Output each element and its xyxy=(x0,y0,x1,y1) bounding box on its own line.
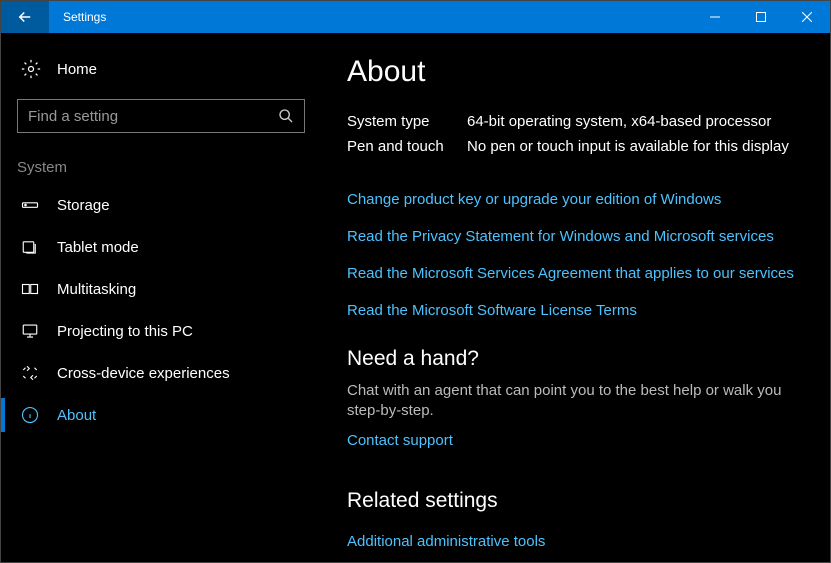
sidebar-item-label: Multitasking xyxy=(57,281,136,298)
related-title: Related settings xyxy=(347,489,800,513)
sidebar-item-about[interactable]: About xyxy=(1,394,321,436)
sidebar-item-label: Tablet mode xyxy=(57,239,139,256)
home-button[interactable]: Home xyxy=(17,55,305,95)
close-button[interactable] xyxy=(784,1,830,33)
maximize-button[interactable] xyxy=(738,1,784,33)
info-icon xyxy=(21,406,39,424)
cross-device-icon xyxy=(21,364,39,382)
link-license-terms[interactable]: Read the Microsoft Software License Term… xyxy=(347,292,800,329)
sidebar-item-storage[interactable]: Storage xyxy=(1,184,321,226)
tablet-icon xyxy=(21,238,39,256)
info-label: System type xyxy=(347,113,467,130)
info-row-pen-touch: Pen and touch No pen or touch input is a… xyxy=(347,134,800,159)
search-input[interactable] xyxy=(28,108,278,125)
window-controls xyxy=(692,1,830,33)
main-pane: About System type 64-bit operating syste… xyxy=(321,33,830,562)
projecting-icon xyxy=(21,322,39,340)
info-label: Pen and touch xyxy=(347,138,467,155)
sidebar: Home System Storage Tablet mode xyxy=(1,33,321,562)
sidebar-item-projecting[interactable]: Projecting to this PC xyxy=(1,310,321,352)
gear-icon xyxy=(21,59,41,79)
section-label: System xyxy=(17,153,305,184)
search-box[interactable] xyxy=(17,99,305,133)
link-contact-support[interactable]: Contact support xyxy=(347,422,800,459)
sidebar-item-multitasking[interactable]: Multitasking xyxy=(1,268,321,310)
back-button[interactable] xyxy=(1,1,49,33)
nav-list: Storage Tablet mode Multitasking Project… xyxy=(1,184,321,436)
sidebar-item-label: Projecting to this PC xyxy=(57,323,193,340)
page-title: About xyxy=(347,55,800,89)
link-admin-tools[interactable]: Additional administrative tools xyxy=(347,523,800,560)
info-row-system-type: System type 64-bit operating system, x64… xyxy=(347,109,800,134)
link-privacy-statement[interactable]: Read the Privacy Statement for Windows a… xyxy=(347,218,800,255)
search-icon xyxy=(278,108,294,124)
link-services-agreement[interactable]: Read the Microsoft Services Agreement th… xyxy=(347,255,800,292)
help-body: Chat with an agent that can point you to… xyxy=(347,381,800,422)
sidebar-item-cross-device[interactable]: Cross-device experiences xyxy=(1,352,321,394)
home-label: Home xyxy=(57,61,97,78)
info-value: 64-bit operating system, x64-based proce… xyxy=(467,113,771,130)
titlebar: Settings xyxy=(1,1,830,33)
help-title: Need a hand? xyxy=(347,347,800,371)
link-change-product-key[interactable]: Change product key or upgrade your editi… xyxy=(347,181,800,218)
multitasking-icon xyxy=(21,280,39,298)
minimize-button[interactable] xyxy=(692,1,738,33)
info-table: System type 64-bit operating system, x64… xyxy=(347,109,800,159)
sidebar-item-tablet-mode[interactable]: Tablet mode xyxy=(1,226,321,268)
sidebar-item-label: Cross-device experiences xyxy=(57,365,230,382)
window-title: Settings xyxy=(49,10,692,24)
info-value: No pen or touch input is available for t… xyxy=(467,138,789,155)
sidebar-item-label: Storage xyxy=(57,197,110,214)
sidebar-item-label: About xyxy=(57,407,96,424)
storage-icon xyxy=(21,196,39,214)
